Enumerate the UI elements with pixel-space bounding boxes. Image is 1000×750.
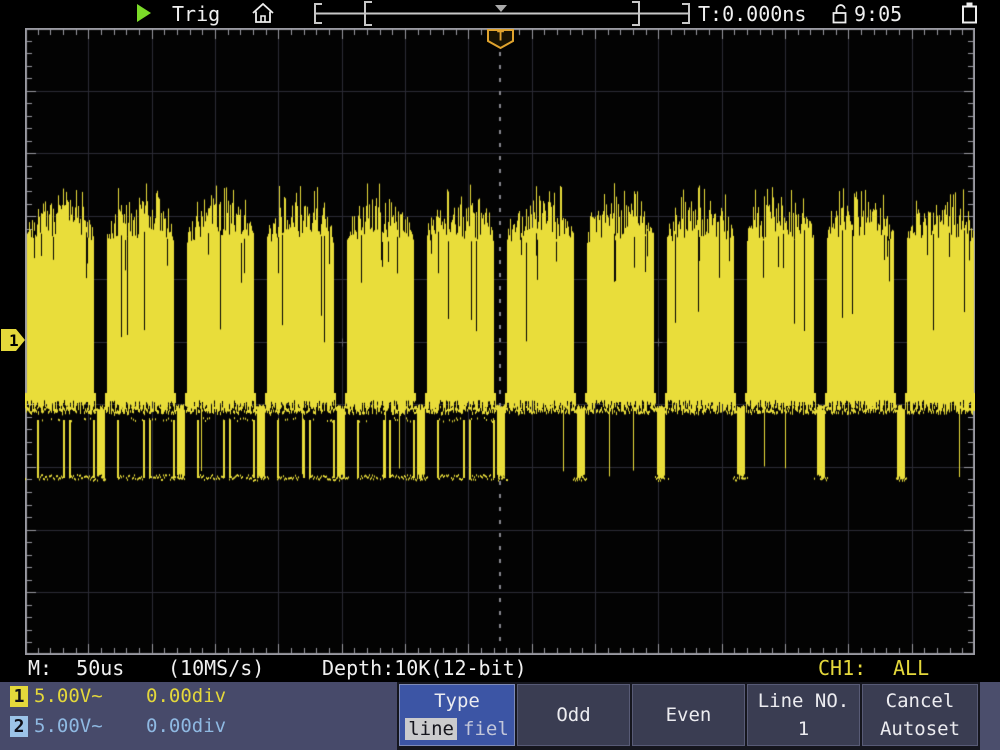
battery-icon [959, 1, 981, 26]
home-icon[interactable] [250, 1, 276, 27]
top-bar: Trig T:0.000ns 9:05 [0, 0, 1000, 28]
menu-odd-label: Odd [556, 704, 590, 726]
trigger-status-label: Trig [172, 2, 220, 26]
menu-line-no-title: Line NO. [758, 689, 850, 713]
ch1-scale: 5.00V~ [34, 686, 103, 707]
menu-cancel-label: Cancel [886, 689, 955, 713]
trigger-mode-readout: ALL [893, 656, 929, 681]
ch1-readout-row: 1 5.00V~ 0.00div [0, 686, 397, 710]
menu-type-title: Type [434, 690, 480, 712]
ch2-position: 0.00div [146, 716, 226, 737]
trigger-source-readout: CH1: [818, 656, 866, 681]
channel-readout-panel: 1 5.00V~ 0.00div 2 5.00V~ 0.00div [0, 682, 397, 750]
oscilloscope-ui: Trig T:0.000ns 9:05 T [0, 0, 1000, 750]
window-position-pointer [495, 5, 507, 12]
graticule-canvas [25, 28, 975, 655]
menu-line-no-value: 1 [798, 717, 809, 741]
ch2-scale: 5.00V~ [34, 716, 103, 737]
unlock-icon[interactable] [829, 3, 851, 25]
ch1-position: 0.00div [146, 686, 226, 707]
depth-readout: Depth:10K(12-bit) [322, 656, 527, 681]
menu-line-no-button[interactable]: Line NO. 1 [747, 684, 860, 746]
status-bar: M: 50us (10MS/s) Depth:10K(12-bit) CH1: … [0, 655, 1000, 682]
trigger-position-bar[interactable] [308, 0, 698, 27]
menu-even-label: Even [666, 704, 712, 726]
svg-text:1: 1 [9, 331, 19, 350]
trigger-position-marker[interactable]: T [487, 29, 515, 50]
menu-cancel-autoset-button[interactable]: Cancel Autoset [862, 684, 978, 746]
clock-readout: 9:05 [854, 2, 902, 26]
ch2-readout-row: 2 5.00V~ 0.00div [0, 716, 397, 740]
ch1-badge: 1 [10, 686, 28, 707]
menu-odd-button[interactable]: Odd [517, 684, 630, 746]
menu-type-option-field[interactable]: fiel [463, 718, 509, 740]
ch2-badge: 2 [10, 716, 28, 737]
timebase-readout: M: 50us [28, 656, 124, 681]
menu-right-strip [980, 682, 1000, 750]
svg-text:T: T [497, 30, 505, 45]
ch1-position-marker[interactable]: 1 [1, 329, 26, 352]
menu-type-options: line fiel [405, 718, 509, 740]
samplerate-readout: (10MS/s) [168, 656, 264, 681]
trigger-time-readout: T:0.000ns [698, 2, 806, 26]
menu-autoset-label: Autoset [880, 717, 960, 741]
menu-even-button[interactable]: Even [632, 684, 745, 746]
run-play-icon [137, 4, 153, 23]
soft-menu-bar: 1 5.00V~ 0.00div 2 5.00V~ 0.00div Type l… [0, 682, 1000, 750]
display-area [25, 28, 975, 655]
menu-type-button[interactable]: Type line fiel [399, 684, 515, 746]
menu-type-option-line[interactable]: line [405, 718, 457, 740]
